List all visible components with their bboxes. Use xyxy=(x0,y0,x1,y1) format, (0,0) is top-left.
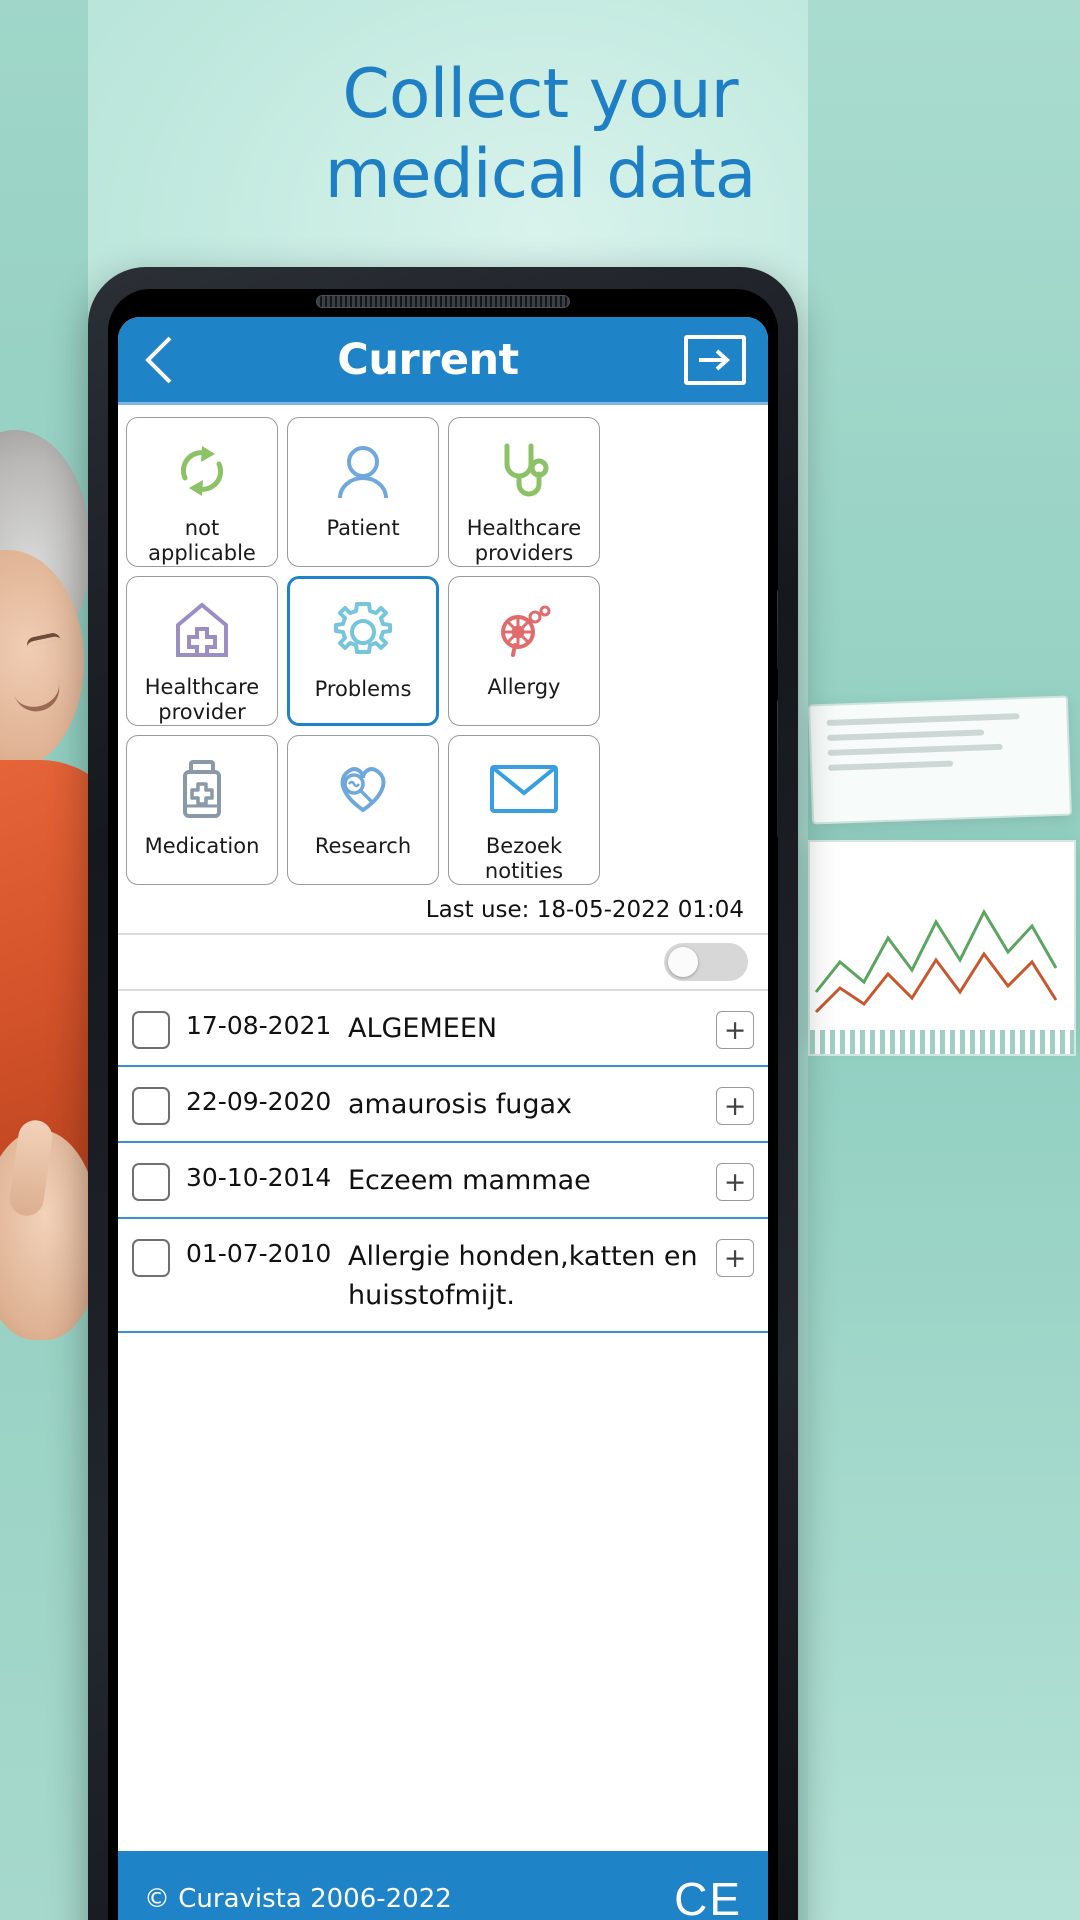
row-add-button[interactable]: + xyxy=(716,1011,754,1049)
problems-list: 17-08-2021 ALGEMEEN + 22-09-2020 amauros… xyxy=(118,991,768,1851)
row-checkbox[interactable] xyxy=(132,1011,170,1049)
row-date: 01-07-2010 xyxy=(186,1239,332,1268)
tile-label: Research xyxy=(314,834,412,858)
tile-label: Allergy xyxy=(487,675,561,699)
tile-label: Healthcare providers xyxy=(466,516,582,565)
list-item[interactable]: 30-10-2014 Eczeem mammae + xyxy=(118,1143,768,1219)
row-add-button[interactable]: + xyxy=(716,1239,754,1277)
row-add-button[interactable]: + xyxy=(716,1087,754,1125)
tile-label: not applicable xyxy=(148,516,256,565)
ce-mark-icon: CE xyxy=(674,1873,742,1920)
row-title: ALGEMEEN xyxy=(348,1013,498,1044)
person-icon xyxy=(332,430,394,512)
app-footer: © Curavista 2006-2022 CE xyxy=(118,1851,768,1920)
phone-mockup: Current not applicable Patient Healthcar… xyxy=(88,267,798,1920)
row-date: 17-08-2021 xyxy=(186,1011,332,1040)
filter-toggle[interactable] xyxy=(664,943,748,981)
page-headline: Collect your medical data xyxy=(0,55,1080,215)
phone-volume-button xyxy=(777,589,778,671)
list-item[interactable]: 17-08-2021 ALGEMEEN + xyxy=(118,991,768,1067)
tile-research[interactable]: Research xyxy=(287,735,439,885)
row-date: 30-10-2014 xyxy=(186,1163,332,1192)
background-chart-card xyxy=(808,840,1076,1040)
row-date: 22-09-2020 xyxy=(186,1087,332,1116)
row-checkbox[interactable] xyxy=(132,1087,170,1125)
last-use-text: Last use: 18-05-2022 01:04 xyxy=(425,897,744,923)
logout-arrow-icon[interactable] xyxy=(684,334,746,385)
tile-label: Medication xyxy=(144,834,260,858)
tile-bezoek-notities[interactable]: Bezoek notities xyxy=(448,735,600,885)
heart-research-icon xyxy=(332,748,394,830)
tile-patient[interactable]: Patient xyxy=(287,417,439,567)
row-add-button[interactable]: + xyxy=(716,1163,754,1201)
headline-line-1: Collect your xyxy=(342,55,738,134)
list-item[interactable]: 01-07-2010 Allergie honden,katten en hui… xyxy=(118,1219,768,1334)
phone-speaker-grille xyxy=(316,295,570,308)
tile-medication[interactable]: Medication xyxy=(126,735,278,885)
medicine-bottle-icon xyxy=(174,748,230,830)
background-document-card xyxy=(807,695,1073,825)
allergen-icon xyxy=(493,589,555,671)
tile-problems[interactable]: Problems xyxy=(287,576,439,726)
copyright-text: © Curavista 2006-2022 xyxy=(144,1884,452,1914)
refresh-cycle-icon xyxy=(171,430,233,512)
app-header: Current xyxy=(118,317,768,405)
tile-allergy[interactable]: Allergy xyxy=(448,576,600,726)
row-checkbox[interactable] xyxy=(132,1163,170,1201)
row-checkbox[interactable] xyxy=(132,1239,170,1277)
tile-healthcare-provider[interactable]: Healthcare provider xyxy=(126,576,278,726)
background-chart-strip xyxy=(808,1030,1076,1056)
tile-label: Patient xyxy=(326,516,400,540)
hospital-house-icon xyxy=(171,589,233,671)
phone-screen: Current not applicable Patient Healthcar… xyxy=(118,317,768,1920)
row-title: amaurosis fugax xyxy=(348,1089,573,1120)
envelope-icon xyxy=(489,748,559,830)
tile-not-applicable[interactable]: not applicable xyxy=(126,417,278,567)
gear-icon xyxy=(330,591,396,673)
headline-line-2: medical data xyxy=(324,135,757,215)
filter-toggle-row xyxy=(118,933,768,991)
tile-label: Healthcare provider xyxy=(144,675,260,724)
row-title: Allergie honden,katten en huisstofmijt. xyxy=(348,1241,698,1312)
tile-healthcare-providers[interactable]: Healthcare providers xyxy=(448,417,600,567)
tile-label: Bezoek notities xyxy=(484,834,564,883)
phone-power-button xyxy=(777,699,778,839)
row-title: Eczeem mammae xyxy=(348,1165,591,1196)
page-title: Current xyxy=(337,334,519,385)
phone-bezel: Current not applicable Patient Healthcar… xyxy=(108,289,778,1920)
category-tile-grid: not applicable Patient Healthcare provid… xyxy=(118,405,768,885)
tile-label: Problems xyxy=(314,677,412,701)
stethoscope-icon xyxy=(493,430,555,512)
list-item[interactable]: 22-09-2020 amaurosis fugax + xyxy=(118,1067,768,1143)
